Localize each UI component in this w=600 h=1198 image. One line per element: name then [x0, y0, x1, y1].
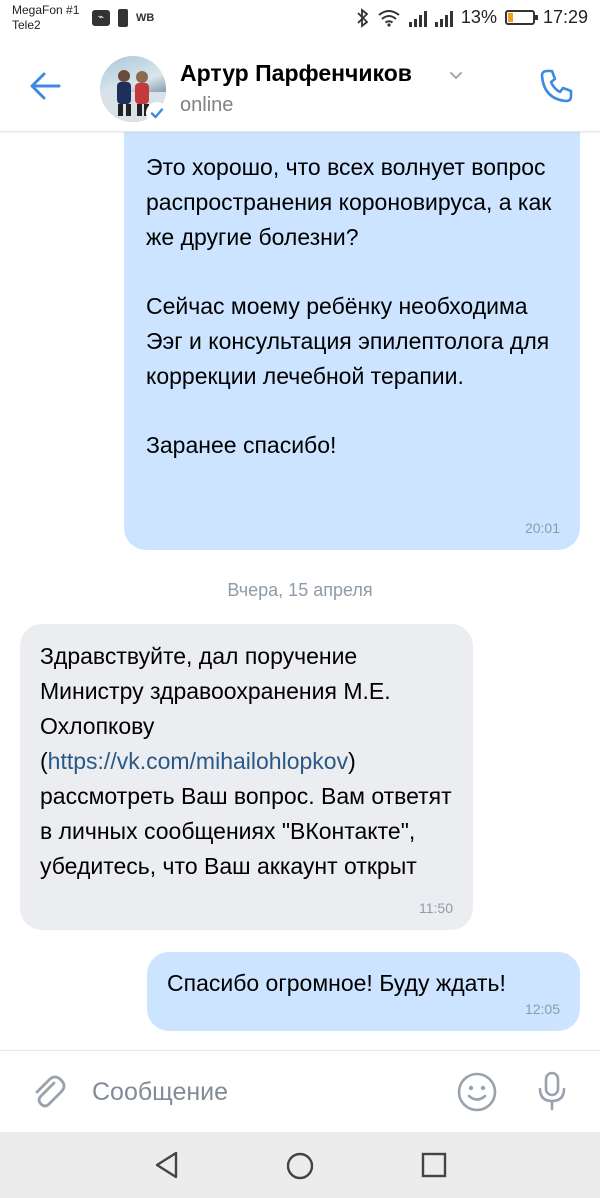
contact-status: online — [180, 94, 234, 116]
notification-icons: ⌁ WB — [92, 9, 154, 27]
system-indicators: 13% 17:29 — [357, 7, 588, 28]
activity-icon: ⌁ — [92, 10, 110, 26]
verified-icon — [146, 102, 168, 124]
clock: 17:29 — [542, 7, 588, 27]
phone-icon — [118, 9, 128, 27]
emoji-button[interactable] — [456, 1071, 498, 1113]
status-bar: MegaFon #1 Tele2 ⌁ WB 13% 17:29 — [0, 0, 600, 40]
message-time: 12:05 — [524, 1001, 560, 1017]
wb-badge: WB — [136, 12, 155, 24]
date-separator: Вчера, 15 апреля — [227, 580, 373, 600]
call-button[interactable] — [536, 66, 576, 106]
message-link[interactable]: https://vk.com/mihailohlopkov — [48, 748, 348, 774]
carrier-info: MegaFon #1 Tele2 — [12, 3, 79, 33]
contact-name[interactable]: Артур Парфенчиков — [180, 60, 412, 87]
microphone-icon — [538, 1071, 566, 1111]
battery-icon — [504, 10, 538, 25]
arrow-left-icon — [30, 72, 61, 100]
message-text: Заранее спасибо! — [146, 432, 337, 458]
voice-message-button[interactable] — [534, 1069, 570, 1113]
nav-home-icon[interactable] — [284, 1150, 316, 1182]
back-button[interactable] — [26, 68, 66, 104]
chevron-down-icon[interactable] — [449, 71, 463, 81]
attach-button[interactable] — [28, 1071, 68, 1111]
bluetooth-icon — [357, 7, 369, 28]
message-time: 11:50 — [419, 900, 453, 916]
message-text: Спасибо огромное! Буду ждать! — [167, 970, 506, 996]
nav-back-icon[interactable] — [152, 1149, 182, 1181]
message-text: Здравствуйте, дал поручение Министру здр… — [40, 639, 453, 884]
message-composer — [0, 1050, 600, 1132]
signal-icon-2 — [434, 9, 453, 27]
carrier-2: Tele2 — [12, 18, 41, 32]
battery-percent: 13% — [460, 7, 497, 27]
wifi-icon — [378, 9, 400, 27]
paperclip-icon — [35, 1075, 66, 1108]
message-text: Это хорошо, что всех волнует вопрос расп… — [146, 154, 552, 250]
message-list[interactable]: Это хорошо, что всех волнует вопрос расп… — [0, 132, 600, 1050]
phone-icon — [540, 69, 573, 103]
message-time: 20:01 — [524, 520, 560, 536]
message-incoming[interactable]: Здравствуйте, дал поручение Министру здр… — [20, 624, 473, 930]
message-text: Сейчас моему ребёнку необходима Ээг и ко… — [146, 293, 550, 389]
carrier-1: MegaFon #1 — [12, 3, 80, 17]
message-outgoing[interactable]: Это хорошо, что всех волнует вопрос расп… — [124, 132, 580, 550]
message-input[interactable] — [92, 1071, 432, 1113]
nav-recent-apps-icon[interactable] — [420, 1151, 448, 1179]
system-nav-bar — [0, 1132, 600, 1198]
message-outgoing[interactable]: Спасибо огромное! Буду ждать! 12:05 — [147, 952, 580, 1031]
chat-header: Артур Парфенчиков online — [0, 40, 600, 132]
signal-icon-1 — [408, 9, 427, 27]
smile-icon — [457, 1072, 497, 1112]
